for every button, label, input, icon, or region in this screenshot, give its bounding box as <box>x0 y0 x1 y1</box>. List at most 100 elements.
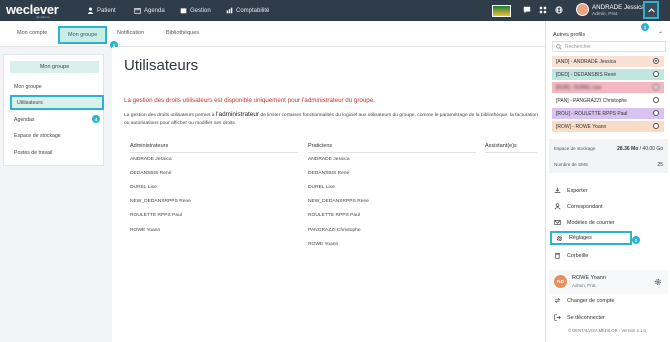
praticien-row: ROULETTE RPPS Paul <box>308 213 360 218</box>
footer-user-role: Admin, Prat. <box>572 283 597 288</box>
sidebar-item-utilisateurs[interactable]: Utilisateurs <box>10 95 104 110</box>
top-bar: weclever dentalvisa Patient Agenda Gesti… <box>0 0 670 21</box>
nav-comptabilite[interactable]: Comptabilité <box>226 7 269 14</box>
divider <box>308 152 476 153</box>
admin-row: ANDRADE Jessica <box>130 157 172 162</box>
sms-value: 25 <box>657 162 663 168</box>
account-menu-panel: Autres profils ⌃ 1 Rechercher [AND] - AN… <box>545 21 670 342</box>
column-header-assistantes: Assistant(e)s <box>485 143 517 149</box>
praticien-row: NEW_DEDANSRPPS Rene <box>308 199 369 204</box>
gear-icon[interactable] <box>654 278 662 286</box>
nav-gestion[interactable]: Gestion <box>180 7 211 14</box>
profile-search-input[interactable]: Rechercher <box>552 41 666 52</box>
step-badge-1: 1 <box>641 23 649 31</box>
admin-row: NEW_DEDANSRPPS Rene <box>130 199 191 204</box>
menu-modeles-de-courrier[interactable]: Modèles de courrier <box>554 219 615 226</box>
avatar[interactable] <box>576 3 589 16</box>
account-menu-toggle-button[interactable] <box>643 1 659 19</box>
divider <box>485 152 537 153</box>
chevron-up-icon[interactable]: ⌃ <box>658 31 663 38</box>
app-logo[interactable]: weclever <box>6 2 59 17</box>
nav-agenda[interactable]: Agenda <box>134 7 165 14</box>
admin-warning: La gestion des droits utilisateurs est d… <box>124 97 375 104</box>
user-icon <box>554 203 561 210</box>
group-sidebar: Mon groupe Mon groupe Utilisateurs Agend… <box>3 54 104 166</box>
logout-icon <box>554 314 561 321</box>
footer-user-name: ROWE Yoann <box>572 275 606 281</box>
sidebar-item-mon-groupe[interactable]: Mon groupe <box>14 84 42 90</box>
tab-notification[interactable]: Notification <box>117 30 144 36</box>
globe-icon[interactable] <box>555 6 563 14</box>
admin-row: ROULETTE RPPS Paul <box>130 213 182 218</box>
folder-icon <box>180 8 187 14</box>
version-text: © DENTALVISA MEDILOR - Version 2.1.0 <box>568 328 646 333</box>
radio-button[interactable] <box>653 71 659 77</box>
download-icon <box>554 187 561 193</box>
other-profiles-title: Autres profils <box>553 32 586 38</box>
chat-icon[interactable] <box>523 6 531 14</box>
chevron-up-icon <box>647 7 655 12</box>
step-badge-4: 4 <box>92 115 100 123</box>
usage-stats: Espace de stockage 28.36 Mo / 40.00 Go N… <box>549 139 668 173</box>
menu-reglages[interactable]: Réglages <box>550 231 632 245</box>
praticien-row: ANDRADE Jessica <box>308 157 350 162</box>
profile-item[interactable]: [DED] - DEDANSBIS René <box>552 69 664 80</box>
column-header-praticiens: Praticiens <box>308 143 333 149</box>
radio-button[interactable] <box>653 110 659 116</box>
country-flag-icon[interactable] <box>492 5 511 17</box>
chart-icon <box>226 7 233 14</box>
radio-button[interactable] <box>653 97 659 103</box>
menu-exporter[interactable]: Exporter <box>554 187 587 194</box>
profile-item[interactable]: [DUR] - DUREL Lise <box>552 82 664 93</box>
storage-value: 28.36 Mo / 40.00 Go <box>617 146 663 152</box>
admin-row: DEDANSBIS René <box>130 171 172 176</box>
radio-button[interactable] <box>653 58 659 64</box>
logout-button[interactable]: Se déconnecter <box>554 314 605 321</box>
profile-item[interactable]: [PAN] - PANGRAZZI Christophe <box>552 95 664 106</box>
current-user-card: RO ROWE Yoann Admin, Prat. <box>549 270 668 294</box>
apps-grid-icon[interactable] <box>539 6 547 14</box>
person-icon <box>87 7 94 14</box>
praticien-row: ROWE Yoann <box>308 242 339 247</box>
user-role: Admin, Prat. <box>592 12 619 17</box>
description: La gestion des droits utilisateurs perme… <box>124 111 538 126</box>
profile-item[interactable]: [AND] - ANDRADE Jessica <box>552 56 664 67</box>
sms-label: Nombre de SMS <box>554 162 588 167</box>
praticien-row: PANGRAZZI Christophe <box>308 228 361 233</box>
tab-mon-groupe[interactable]: Mon groupe <box>58 26 108 44</box>
tab-bibliotheques[interactable]: Bibliothèques <box>166 30 199 36</box>
switch-icon <box>554 298 561 303</box>
settings-tabs: Mon compte Mon groupe Notification Bibli… <box>0 21 545 47</box>
trash-icon <box>555 253 560 259</box>
storage-label: Espace de stockage <box>554 146 596 151</box>
search-icon <box>556 44 562 50</box>
user-name: ANDRADE Jessica <box>592 4 645 11</box>
app-logo-sub: dentalvisa <box>36 15 50 19</box>
sidebar-item-espace-de-stockage[interactable]: Espace de stockage <box>14 133 61 139</box>
admin-row: ROWE Yoann <box>130 228 161 233</box>
sidebar-item-agendas[interactable]: Agendas <box>14 117 34 123</box>
tab-mon-compte[interactable]: Mon compte <box>17 30 47 36</box>
divider <box>130 152 298 153</box>
profile-item[interactable]: [ROW] - ROWE Yoann <box>552 121 664 132</box>
menu-correspondant[interactable]: Correspondant <box>554 203 603 210</box>
calendar-icon <box>134 8 141 14</box>
radio-button[interactable] <box>653 84 659 90</box>
page-title: Utilisateurs <box>124 57 199 74</box>
step-badge-2: 2 <box>632 236 640 244</box>
mail-icon <box>554 220 561 225</box>
praticien-row: DEDANSBIS René <box>308 171 350 176</box>
column-header-administrateurs: Administrateurs <box>130 143 169 149</box>
main-content: Utilisateurs La gestion des droits utili… <box>112 47 545 342</box>
profile-item[interactable]: [ROU] - ROULETTE RPPS Paul <box>552 108 664 119</box>
sidebar-header: Mon groupe <box>10 61 99 73</box>
gear-icon <box>556 235 563 241</box>
praticien-row: DUREL Lise <box>308 185 335 190</box>
menu-corbeille[interactable]: Corbeille <box>554 252 588 259</box>
avatar: RO <box>554 275 567 288</box>
radio-button[interactable] <box>653 123 659 129</box>
admin-row: DUREL Lise <box>130 185 157 190</box>
switch-account-button[interactable]: Changer de compte <box>554 297 614 304</box>
sidebar-item-postes-de-travail[interactable]: Postes de travail <box>14 150 52 156</box>
nav-patient[interactable]: Patient <box>87 7 116 14</box>
